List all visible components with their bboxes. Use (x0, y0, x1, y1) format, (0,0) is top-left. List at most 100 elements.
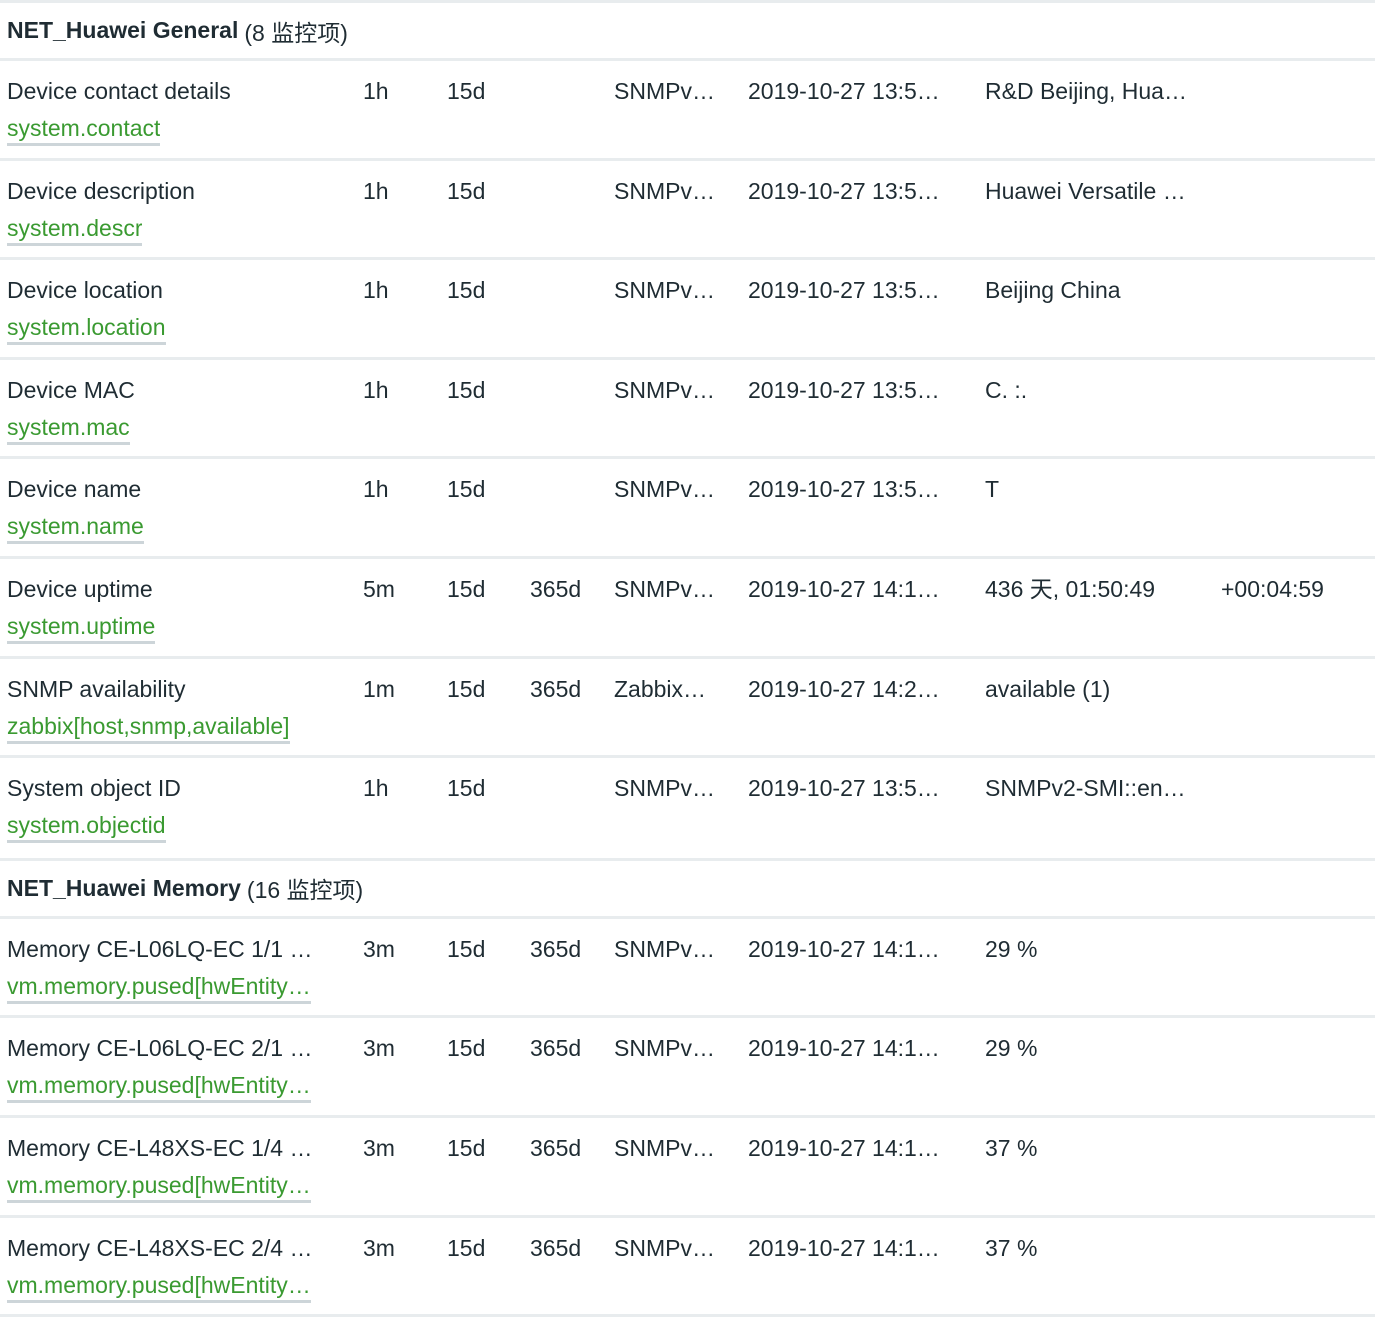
table-row: Memory CE-L48XS-EC 2/4 … vm.memory.pused… (0, 1218, 1375, 1318)
table-row: Device MAC system.mac 1h 15d SNMPv… 2019… (0, 360, 1375, 460)
item-trends: 365d (530, 1035, 582, 1062)
item-last-value: Huawei Versatile … (985, 177, 1186, 204)
item-last-check: 2019-10-27 14:1… (748, 1234, 940, 1261)
item-trends: 365d (530, 1234, 582, 1261)
item-name: Memory CE-L06LQ-EC 2/1 … (7, 1035, 313, 1062)
item-last-value: R&D Beijing, Hua… (985, 78, 1187, 104)
table-row: Device name system.name 1h 15d SNMPv… 20… (0, 459, 1375, 559)
item-last-value: T (985, 476, 1000, 503)
item-trends: 365d (530, 675, 582, 702)
group-name: NET_Huawei General (7, 17, 239, 43)
item-type: SNMPv… (614, 376, 715, 403)
item-last-check: 2019-10-27 13:5… (748, 476, 940, 503)
item-key-link[interactable]: system.uptime (7, 612, 156, 644)
table-row: System object ID system.objectid 1h 15d … (0, 758, 1375, 858)
latest-data-table: NET_Huawei General (8 监控项) Device contac… (0, 0, 1375, 1318)
item-interval: 3m (363, 1035, 395, 1062)
item-last-value: 37 % (985, 1234, 1038, 1261)
item-last-value: 29 % (985, 1035, 1038, 1062)
table-row: Device description system.descr 1h 15d S… (0, 161, 1375, 261)
item-name: System object ID (7, 775, 181, 802)
item-last-value: Beijing China (985, 277, 1121, 304)
item-last-check: 2019-10-27 14:1… (748, 575, 940, 602)
item-last-check: 2019-10-27 13:5… (748, 78, 940, 104)
item-type: SNMPv… (614, 476, 715, 503)
item-last-check: 2019-10-27 13:5… (748, 277, 940, 304)
item-interval: 1h (363, 476, 389, 503)
group-name: NET_Huawei Memory (7, 874, 241, 901)
item-last-value: 436 天, 01:50:49 (985, 575, 1156, 602)
item-history: 15d (447, 1035, 486, 1062)
item-last-value: 29 % (985, 935, 1038, 962)
group-header[interactable]: NET_Huawei Memory (16 监控项) (0, 857, 1375, 919)
item-last-check: 2019-10-27 14:1… (748, 1134, 940, 1161)
item-key-link[interactable]: vm.memory.pused[hwEntity… (7, 1071, 311, 1104)
item-type: SNMPv… (614, 775, 715, 802)
item-interval: 1h (363, 78, 389, 104)
item-name: Memory CE-L48XS-EC 2/4 … (7, 1234, 313, 1261)
item-key-link[interactable]: zabbix[host,snmp,available] (7, 712, 290, 744)
item-type: SNMPv… (614, 575, 715, 602)
item-name: Device location (7, 277, 163, 304)
item-name: Device contact details (7, 78, 231, 104)
item-type: SNMPv… (614, 177, 715, 204)
item-trends: 365d (530, 1134, 582, 1161)
item-type: SNMPv… (614, 277, 715, 304)
item-last-check: 2019-10-27 14:2… (748, 675, 940, 702)
table-row: Device location system.location 1h 15d S… (0, 260, 1375, 360)
item-type: Zabbix… (614, 675, 707, 702)
item-key-link[interactable]: vm.memory.pused[hwEntity… (7, 972, 311, 1004)
table-row: Memory CE-L48XS-EC 1/4 … vm.memory.pused… (0, 1118, 1375, 1218)
item-history: 15d (447, 1134, 486, 1161)
item-name: Device MAC (7, 376, 135, 403)
item-interval: 1h (363, 775, 389, 802)
table-row: Device uptime system.uptime 5m 15d 365d … (0, 559, 1375, 659)
table-row: Device contact details system.contact 1h… (0, 61, 1375, 161)
item-name: Device name (7, 476, 142, 503)
item-history: 15d (447, 376, 486, 403)
item-last-check: 2019-10-27 13:5… (748, 775, 940, 802)
item-last-check: 2019-10-27 13:5… (748, 177, 940, 204)
item-last-value: SNMPv2-SMI::en… (985, 775, 1186, 802)
item-history: 15d (447, 775, 486, 802)
item-name: SNMP availability (7, 675, 186, 702)
item-history: 15d (447, 935, 486, 962)
item-last-check: 2019-10-27 13:5… (748, 376, 940, 403)
item-last-value: C. :. (985, 376, 1028, 403)
item-key-link[interactable]: system.objectid (7, 811, 166, 844)
item-type: SNMPv… (614, 1035, 715, 1062)
item-last-value: available (1) (985, 675, 1111, 702)
item-history: 15d (447, 177, 486, 204)
group-item-count: (16 监控项) (246, 877, 364, 904)
item-key-link[interactable]: vm.memory.pused[hwEntity… (7, 1171, 311, 1203)
item-change: +00:04:59 (1221, 575, 1324, 602)
item-history: 15d (447, 575, 486, 602)
item-key-link[interactable]: vm.memory.pused[hwEntity… (7, 1271, 311, 1303)
table-row: Memory CE-L06LQ-EC 2/1 … vm.memory.pused… (0, 1018, 1375, 1118)
item-key-link[interactable]: system.name (7, 512, 144, 545)
item-key-link[interactable]: system.location (7, 313, 166, 346)
item-type: SNMPv… (614, 78, 715, 104)
item-history: 15d (447, 675, 486, 702)
item-type: SNMPv… (614, 935, 715, 962)
item-key-link[interactable]: system.mac (7, 413, 130, 445)
item-history: 15d (447, 1234, 486, 1261)
item-interval: 1h (363, 177, 389, 204)
item-name: Memory CE-L06LQ-EC 1/1 … (7, 935, 313, 962)
item-interval: 1h (363, 376, 389, 403)
item-key-link[interactable]: system.descr (7, 214, 143, 246)
item-name: Device uptime (7, 575, 153, 602)
group-item-count: (8 监控项) (244, 19, 348, 46)
item-interval: 1m (363, 675, 395, 702)
item-last-value: 37 % (985, 1134, 1038, 1161)
item-key-link[interactable]: system.contact (7, 114, 161, 146)
item-type: SNMPv… (614, 1134, 715, 1161)
item-interval: 5m (363, 575, 395, 602)
group-header[interactable]: NET_Huawei General (8 监控项) (0, 0, 1375, 61)
table-row: SNMP availability zabbix[host,snmp,avail… (0, 659, 1375, 759)
item-history: 15d (447, 476, 486, 503)
item-trends: 365d (530, 935, 582, 962)
item-name: Device description (7, 177, 195, 204)
item-interval: 3m (363, 1134, 395, 1161)
table-row: Memory CE-L06LQ-EC 1/1 … vm.memory.pused… (0, 919, 1375, 1019)
